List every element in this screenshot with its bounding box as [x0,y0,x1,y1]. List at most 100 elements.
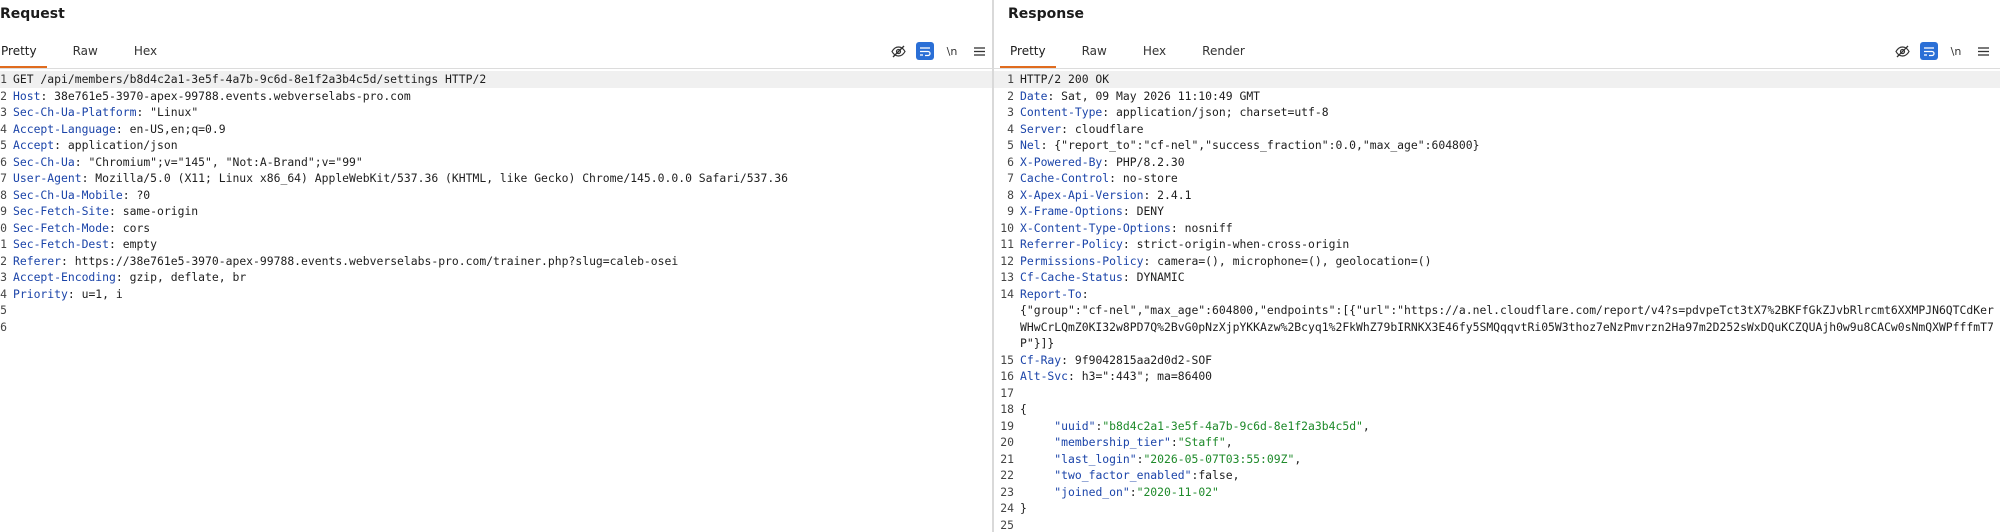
header-value: "Linux" [150,105,199,119]
header-value: same-origin [122,204,199,218]
header-name: Date [1020,88,1048,103]
line-number: 8 [0,187,7,202]
request-editor[interactable]: 1 GET /api/members/b8d4c2a1-3e5f-4a7b-9c6… [0,71,992,532]
editor-line: 0 Sec-Fetch-Mode: cors [0,220,992,237]
header-separator: : [1061,121,1075,136]
header-name: Cf-Cache-Status [1020,270,1123,284]
line-content: Priority: u=1, i [13,286,992,303]
line-number: 9 [1007,204,1014,218]
line-number: 13 [1000,270,1014,284]
header-separator: : [109,220,123,235]
header-value: empty [122,237,158,251]
menu-hamburger-icon[interactable] [970,42,988,60]
line-number: 19 [1000,418,1014,433]
line-content: HTTP/2 200 OK [1020,72,1110,86]
response-tabs: Pretty Raw Hex Render [1000,38,1255,68]
line-content: X-Apex-Api-Version: 2.4.1 [1020,187,2000,204]
editor-line: 13 Cf-Cache-Status: DYNAMIC [994,269,2000,286]
line-number: 1 [0,237,7,251]
line-number: 24 [1000,501,1014,515]
line-content: Sec-Fetch-Mode: cors [13,220,992,237]
header-name: Cf-Ray [1020,352,1062,367]
header-separator: : [61,253,75,268]
json-value: "2020-11-02" [1136,484,1219,499]
line-number: 2 [0,88,7,103]
json-key: "membership_tier" [1054,435,1171,449]
header-name: Accept-Language [13,121,116,136]
line-number: 2 [1007,88,1014,103]
menu-hamburger-icon[interactable] [1974,42,1992,60]
editor-line: 9 Sec-Fetch-Site: same-origin [0,203,992,220]
line-number: 20 [1000,435,1014,449]
line-number: 21 [1000,451,1014,466]
show-newlines-button[interactable]: \n [1947,42,1965,60]
wrap-lines-icon[interactable] [1920,42,1938,60]
header-name: Report-To [1020,286,1082,301]
request-tab-hex[interactable]: Hex [124,38,167,68]
header-name: Alt-Svc [1020,369,1069,383]
response-tab-render[interactable]: Render [1192,38,1255,68]
response-tab-pretty[interactable]: Pretty [1000,38,1056,68]
line-number: 14 [1000,286,1014,301]
json-value: false [1198,468,1233,482]
header-value: u=1, i [81,286,123,301]
header-separator: : [109,237,123,251]
line-content: { [1020,402,1027,416]
line-content: Report-To: [1020,286,2000,303]
editor-line: 21 "last_login":"2026-05-07T03:55:09Z", [994,451,2000,468]
line-content: "two_factor_enabled":false, [1020,467,2000,484]
line-number: 7 [0,171,7,185]
line-number: 5 [0,303,7,317]
header-value: camera=(), microphone=(), geolocation=() [1157,253,1432,268]
wrap-lines-icon[interactable] [916,42,934,60]
line-content: "membership_tier":"Staff", [1020,434,2000,451]
header-separator: : [1081,286,1096,301]
json-key: "joined_on" [1054,484,1130,499]
editor-line: 17 [994,385,2000,402]
line-content: "joined_on":"2020-11-02" [1020,484,2000,501]
header-name: Referrer-Policy [1020,237,1123,251]
line-content: Alt-Svc: h3=":443"; ma=86400 [1020,368,2000,385]
header-value: cors [122,220,151,235]
editor-line: 4 Priority: u=1, i [0,286,992,303]
header-separator: : [54,138,68,152]
editor-line: 12 Permissions-Policy: camera=(), microph… [994,253,2000,270]
line-content: Referer: https://38e761e5-3970-apex-9978… [13,253,992,270]
header-separator: : [67,286,82,301]
header-name: Accept [13,138,55,152]
line-content [13,319,992,336]
editor-line: 10 X-Content-Type-Options: nosniff [994,220,2000,237]
response-tab-raw[interactable]: Raw [1072,38,1117,68]
header-separator: : [115,270,130,284]
header-separator: : [1122,270,1137,284]
show-newlines-button[interactable]: \n [943,42,961,60]
header-separator: : [1068,369,1082,383]
json-key: "uuid" [1054,418,1096,433]
hide-nonprintable-eye-slash-icon[interactable] [1893,42,1911,60]
hide-nonprintable-eye-slash-icon[interactable] [889,42,907,60]
response-pane: Response Pretty Raw Hex Render \n 1 HTTP/… [994,0,2000,532]
header-separator: : [1143,253,1158,268]
header-name: Priority [13,286,68,301]
editor-line: 20 "membership_tier":"Staff", [994,434,2000,451]
header-name: Sec-Fetch-Mode [13,220,110,235]
editor-line: 9 X-Frame-Options: DENY [994,203,2000,220]
header-value: ?0 [136,187,151,202]
json-value: "b8d4c2a1-3e5f-4a7b-9c6d-8e1f2a3b4c5d" [1102,418,1363,433]
editor-line: 18 { [994,401,2000,418]
header-separator: : [1040,138,1055,152]
header-name: Sec-Ch-Ua-Platform [13,105,137,119]
header-separator: : [81,171,96,185]
response-tab-hex[interactable]: Hex [1133,38,1176,68]
line-number: 6 [0,319,7,334]
response-editor[interactable]: 1 HTTP/2 200 OK 2 Date: Sat, 09 May 2026 11… [994,71,2000,532]
header-name: X-Content-Type-Options [1020,220,1171,235]
line-number: 23 [1000,484,1014,499]
header-name: Content-Type [1020,105,1103,119]
request-tab-raw[interactable]: Raw [63,38,108,68]
json-key: "two_factor_enabled" [1054,468,1192,482]
line-content: Accept-Language: en-US,en;q=0.9 [13,121,992,138]
request-tab-pretty[interactable]: Pretty [0,38,47,68]
header-name: Sec-Ch-Ua-Mobile [13,187,123,202]
request-tabs: Pretty Raw Hex [0,38,167,68]
